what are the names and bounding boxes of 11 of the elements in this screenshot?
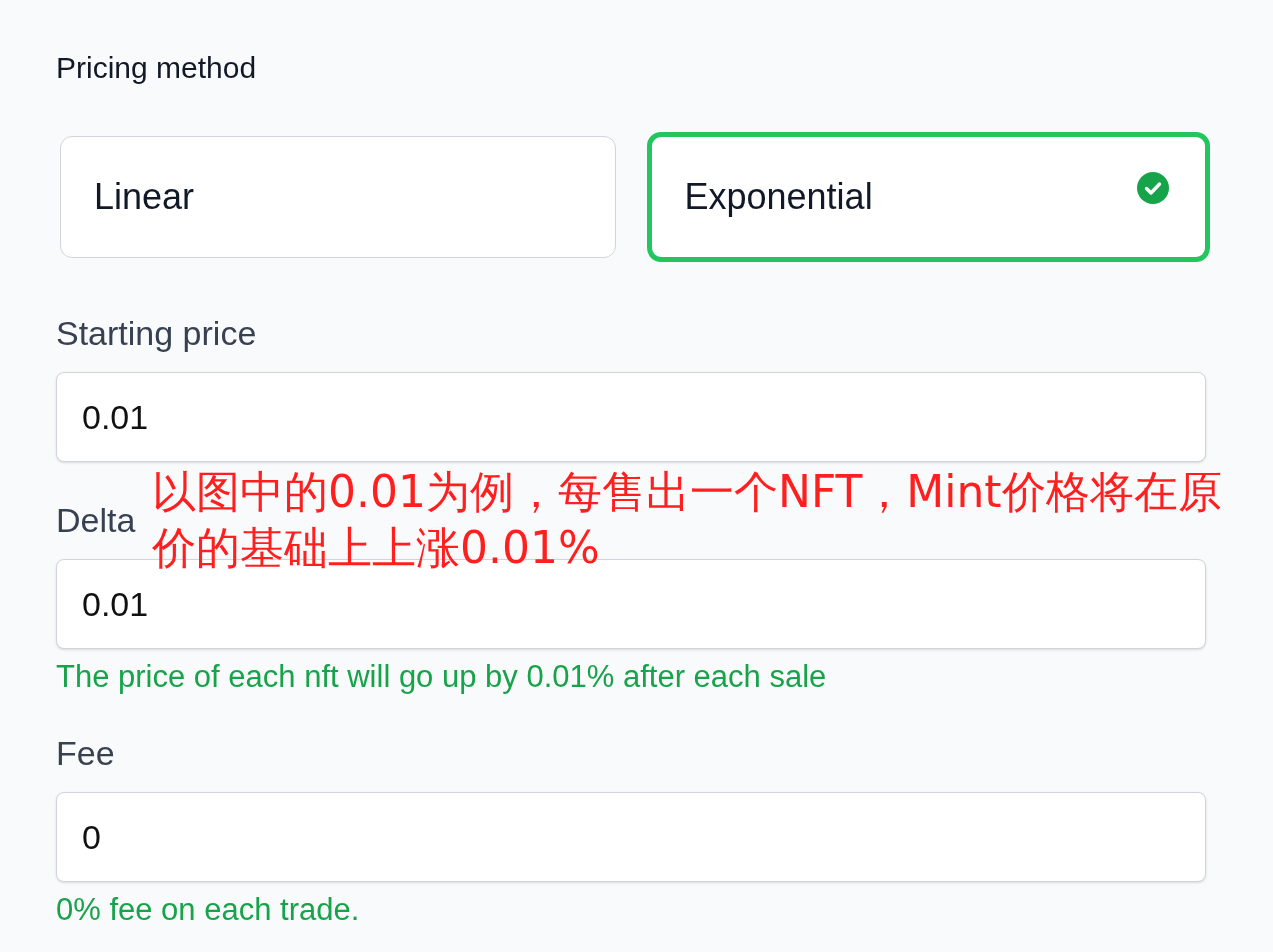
text-input[interactable]: 0	[56, 792, 1206, 882]
field-label: Delta	[56, 500, 136, 540]
check-circle-icon	[1137, 172, 1169, 204]
field-label: Fee	[56, 733, 115, 773]
helper-text: The price of each nft will go up by 0.01% after each sale	[56, 659, 827, 695]
option-card[interactable]: Linear	[60, 136, 616, 258]
helper-text: 0% fee on each trade.	[56, 892, 360, 928]
field-label: Starting price	[56, 313, 257, 353]
text-input[interactable]: 0.01	[56, 372, 1206, 462]
option-card[interactable]: Exponential	[646, 132, 1210, 262]
section-title: Pricing method	[56, 50, 257, 86]
